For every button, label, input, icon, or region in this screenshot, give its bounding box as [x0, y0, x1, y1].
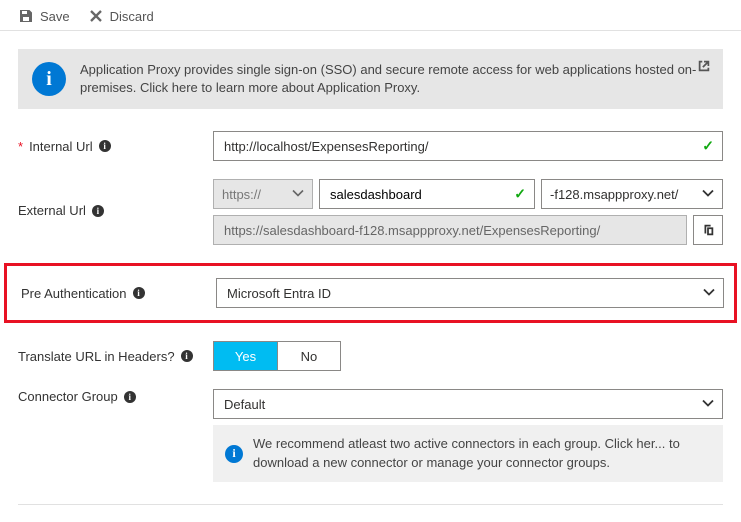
- info-tooltip-icon[interactable]: i: [124, 391, 136, 403]
- discard-icon: [88, 8, 104, 24]
- subdomain-input[interactable]: [319, 179, 535, 209]
- pre-auth-select[interactable]: Microsoft Entra ID: [216, 278, 724, 308]
- pre-auth-row: Pre Authentication i Microsoft Entra ID: [4, 263, 737, 323]
- translate-label: Translate URL in Headers? i: [18, 349, 213, 364]
- connector-label: Connector Group i: [18, 389, 213, 404]
- protocol-select[interactable]: https://: [213, 179, 313, 209]
- suffix-select[interactable]: -f128.msappproxy.net/: [541, 179, 723, 209]
- info-tooltip-icon[interactable]: i: [181, 350, 193, 362]
- info-icon: i: [32, 62, 66, 96]
- chevron-down-icon: [702, 397, 714, 412]
- save-label: Save: [40, 9, 70, 24]
- save-button[interactable]: Save: [18, 8, 70, 24]
- pre-auth-label: Pre Authentication i: [7, 286, 216, 301]
- external-link-icon[interactable]: [697, 59, 711, 76]
- discard-button[interactable]: Discard: [88, 8, 154, 24]
- info-banner-text: Application Proxy provides single sign-o…: [80, 61, 709, 97]
- chevron-down-icon: [703, 286, 715, 301]
- connector-select[interactable]: Default: [213, 389, 723, 419]
- toggle-no[interactable]: No: [277, 342, 340, 370]
- info-tooltip-icon[interactable]: i: [99, 140, 111, 152]
- copy-icon: [701, 223, 715, 237]
- info-tooltip-icon[interactable]: i: [92, 205, 104, 217]
- internal-url-label: * Internal Url i: [18, 139, 213, 154]
- translate-toggle: Yes No: [213, 341, 341, 371]
- required-asterisk: *: [18, 139, 23, 154]
- copy-button[interactable]: [693, 215, 723, 245]
- info-banner: i Application Proxy provides single sign…: [18, 49, 723, 109]
- connector-recommendation: i We recommend atleast two active connec…: [213, 425, 723, 481]
- external-url-readonly: https://salesdashboard-f128.msappproxy.n…: [213, 215, 687, 245]
- info-tooltip-icon[interactable]: i: [133, 287, 145, 299]
- info-icon: i: [225, 445, 243, 463]
- chevron-down-icon: [702, 187, 714, 202]
- discard-label: Discard: [110, 9, 154, 24]
- internal-url-input[interactable]: [213, 131, 723, 161]
- toggle-yes[interactable]: Yes: [214, 342, 277, 370]
- save-icon: [18, 8, 34, 24]
- external-url-label: External Url i: [18, 179, 213, 218]
- chevron-down-icon: [292, 187, 304, 202]
